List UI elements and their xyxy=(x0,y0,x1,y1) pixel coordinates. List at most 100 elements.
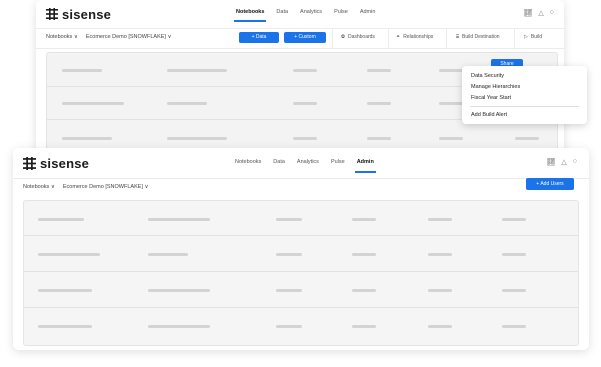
placeholder-cell xyxy=(62,102,124,105)
tab-admin[interactable]: Admin xyxy=(360,9,376,15)
placeholder-cell xyxy=(167,137,227,140)
placeholder-cell xyxy=(293,69,317,72)
logo: sisense xyxy=(23,155,90,171)
placeholder-cell xyxy=(367,102,391,105)
top-icons: 📈︎ △ ○ xyxy=(523,9,554,17)
logo: sisense xyxy=(46,6,112,22)
play-icon: ▷ xyxy=(524,34,528,40)
table-row xyxy=(24,235,578,272)
placeholder-cell xyxy=(515,137,539,140)
table-row xyxy=(24,271,578,308)
top-bar: sisense Notebooks Data Analytics Pulse A… xyxy=(13,148,589,179)
top-icons: 📈︎ △ ○ xyxy=(546,158,577,166)
build-button[interactable]: ▷ Build xyxy=(524,34,542,40)
relationships-button[interactable]: ⚭ Relationships xyxy=(396,34,433,40)
divider xyxy=(514,28,515,48)
placeholder-cell xyxy=(38,253,100,256)
dashboard-icon: ⨷ xyxy=(341,34,345,40)
tab-analytics[interactable]: Analytics xyxy=(297,159,319,165)
placeholder-cell xyxy=(428,325,452,328)
placeholder-cell xyxy=(367,137,391,140)
menu-item-data-security[interactable]: Data Security xyxy=(471,73,504,79)
toolbar: Notebooks ∨ Ecomerce Demo [SNOWFLAKE] ∨ … xyxy=(13,178,589,198)
breadcrumb: Notebooks ∨ Ecomerce Demo [SNOWFLAKE] ∨ xyxy=(46,34,172,40)
share-dropdown-menu: Data Security Manage Hierarchies Fiscal … xyxy=(462,66,587,124)
tab-data[interactable]: Data xyxy=(273,159,285,165)
add-data-button[interactable]: + Data xyxy=(239,32,279,43)
build-label: Build xyxy=(530,34,542,40)
tab-data[interactable]: Data xyxy=(276,9,288,15)
toolbar: Notebooks ∨ Ecomerce Demo [SNOWFLAKE] ∨ … xyxy=(36,28,564,49)
placeholder-cell xyxy=(502,325,526,328)
placeholder-cell xyxy=(148,289,210,292)
tab-pulse[interactable]: Pulse xyxy=(334,9,348,15)
placeholder-cell xyxy=(439,69,463,72)
breadcrumb-model[interactable]: Ecomerce Demo [SNOWFLAKE] ∨ xyxy=(63,184,149,190)
relationships-label: Relationships xyxy=(403,34,434,40)
placeholder-cell xyxy=(38,289,92,292)
menu-item-fiscal-year-start[interactable]: Fiscal Year Start xyxy=(471,95,511,101)
placeholder-cell xyxy=(352,325,376,328)
menu-item-add-build-alert[interactable]: Add Build Alert xyxy=(471,112,507,118)
build-destination-button[interactable]: ⌸ Build Destination xyxy=(456,34,500,40)
divider xyxy=(446,28,447,48)
placeholder-cell xyxy=(352,218,376,221)
placeholder-cell xyxy=(293,102,317,105)
user-icon[interactable]: ○ xyxy=(573,158,577,166)
table-row xyxy=(24,307,578,345)
sisense-logo-icon xyxy=(23,156,36,170)
breadcrumb-notebooks[interactable]: Notebooks ∨ xyxy=(46,34,78,40)
tab-notebooks[interactable]: Notebooks xyxy=(233,9,267,22)
chart-icon[interactable]: 📈︎ xyxy=(523,9,532,17)
chart-icon[interactable]: 📈︎ xyxy=(546,158,555,166)
placeholder-cell xyxy=(367,69,391,72)
dashboards-label: Dashboards xyxy=(347,34,375,40)
dashboards-button[interactable]: ⨷ Dashboards xyxy=(341,34,375,40)
bell-icon[interactable]: △ xyxy=(561,158,566,166)
placeholder-cell xyxy=(502,253,526,256)
logo-text: sisense xyxy=(40,155,90,171)
placeholder-cell xyxy=(276,325,302,328)
placeholder-cell xyxy=(276,218,302,221)
menu-divider xyxy=(470,106,579,107)
placeholder-cell xyxy=(502,218,526,221)
placeholder-cell xyxy=(167,102,207,105)
build-destination-label: Build Destination xyxy=(462,34,500,40)
placeholder-cell xyxy=(439,137,463,140)
placeholder-cell xyxy=(148,325,210,328)
tab-analytics[interactable]: Analytics xyxy=(300,9,322,15)
placeholder-cell xyxy=(276,253,302,256)
placeholder-cell xyxy=(62,69,102,72)
placeholder-cell xyxy=(167,69,227,72)
divider xyxy=(388,28,389,48)
front-window: sisense Notebooks Data Analytics Pulse A… xyxy=(13,148,589,350)
breadcrumb: Notebooks ∨ Ecomerce Demo [SNOWFLAKE] ∨ xyxy=(23,184,149,190)
placeholder-cell xyxy=(276,289,302,292)
placeholder-cell xyxy=(352,289,376,292)
relationships-icon: ⚭ xyxy=(396,34,401,40)
tab-notebooks[interactable]: Notebooks xyxy=(235,159,261,165)
bell-icon[interactable]: △ xyxy=(538,9,543,17)
top-bar: sisense Notebooks Data Analytics Pulse A… xyxy=(36,0,564,29)
add-custom-button[interactable]: + Custom xyxy=(284,32,326,43)
divider xyxy=(332,28,333,48)
breadcrumb-model[interactable]: Ecomerce Demo [SNOWFLAKE] ∨ xyxy=(86,34,172,40)
database-icon: ⌸ xyxy=(456,34,460,40)
users-table xyxy=(23,200,579,346)
placeholder-cell xyxy=(38,218,84,221)
main-nav: Notebooks Data Analytics Pulse Admin xyxy=(235,159,376,173)
placeholder-cell xyxy=(428,253,452,256)
menu-item-manage-hierarchies[interactable]: Manage Hierarchies xyxy=(471,84,520,90)
user-icon[interactable]: ○ xyxy=(550,9,554,17)
table-row xyxy=(24,201,578,236)
placeholder-cell xyxy=(62,137,112,140)
tab-admin[interactable]: Admin xyxy=(354,159,376,173)
add-users-button[interactable]: + Add Users xyxy=(526,178,574,190)
tab-pulse[interactable]: Pulse xyxy=(331,159,345,165)
breadcrumb-notebooks[interactable]: Notebooks ∨ xyxy=(23,184,55,190)
sisense-logo-icon xyxy=(46,8,58,20)
logo-text: sisense xyxy=(62,6,112,22)
placeholder-cell xyxy=(38,325,92,328)
placeholder-cell xyxy=(352,253,376,256)
placeholder-cell xyxy=(428,218,452,221)
